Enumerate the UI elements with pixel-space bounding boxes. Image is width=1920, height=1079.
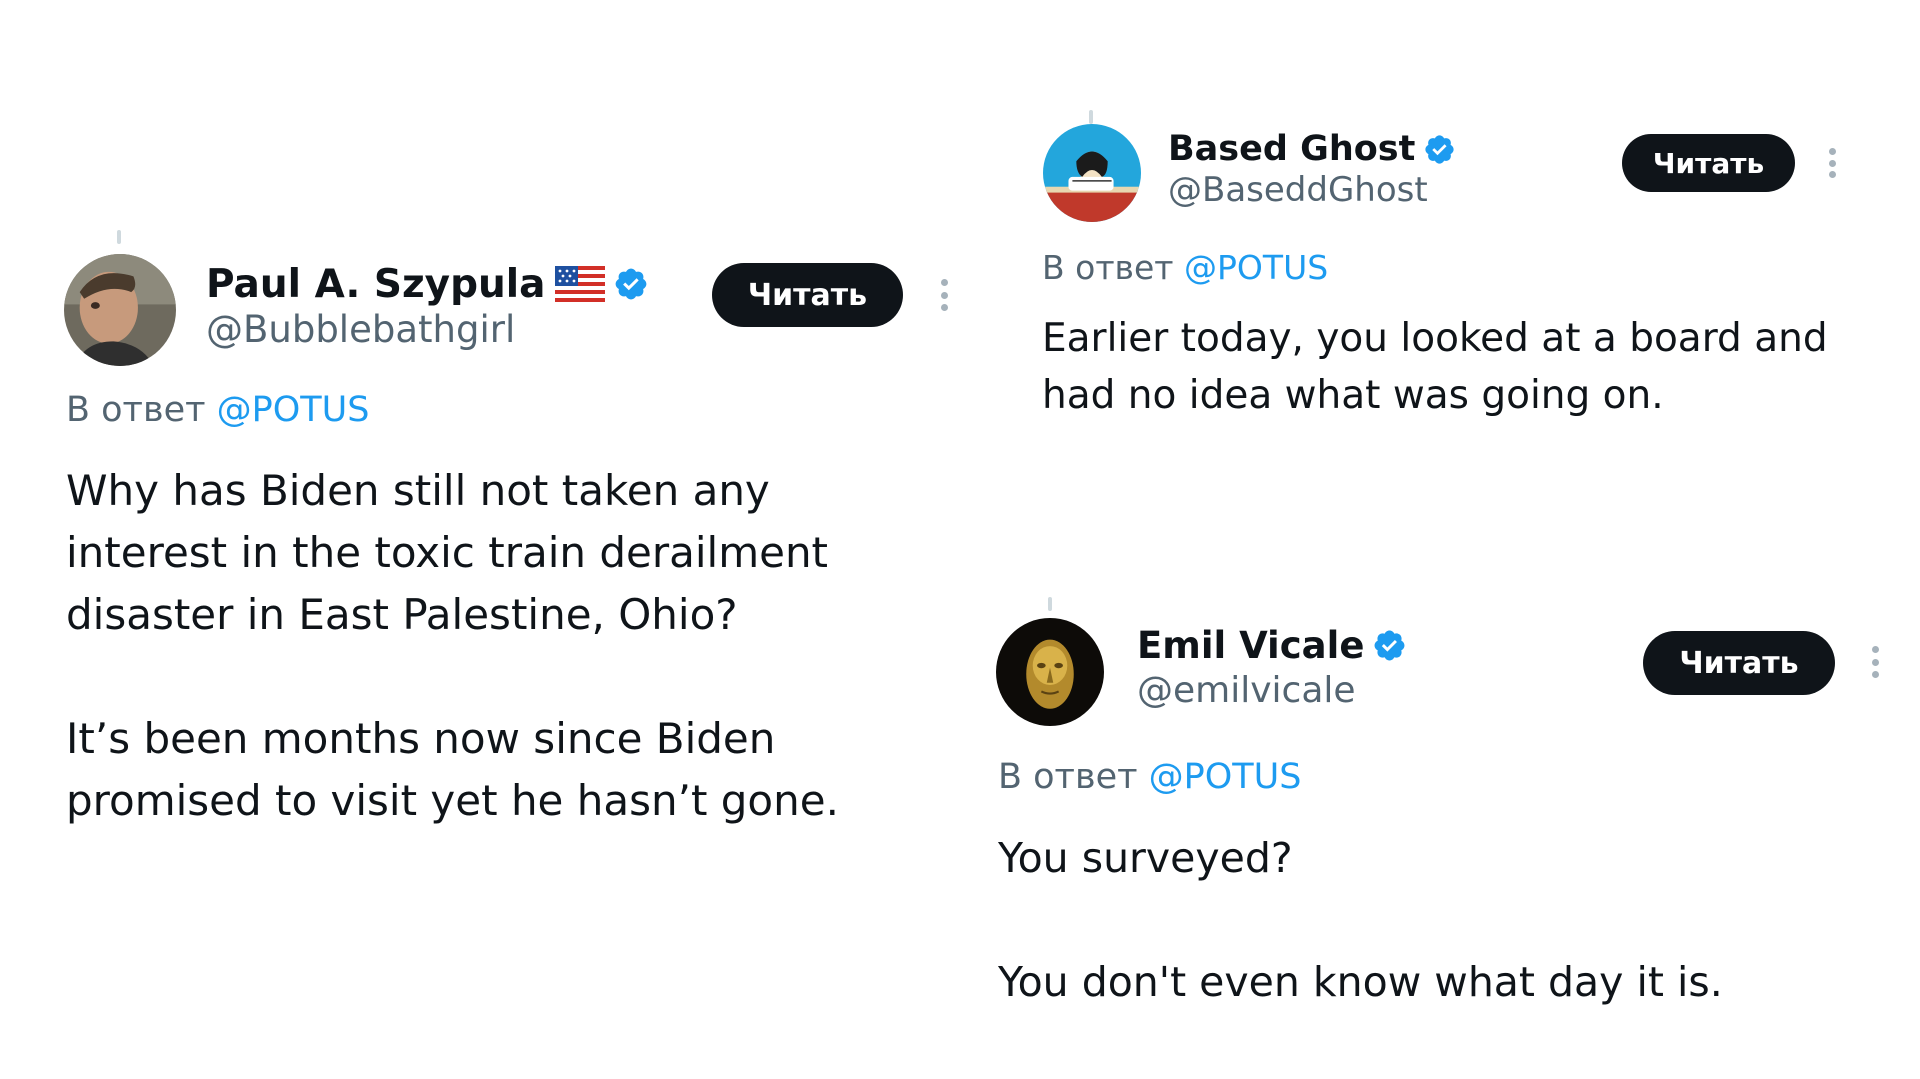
thread-line — [1089, 110, 1093, 124]
reply-to-line: В ответ @POTUS — [998, 757, 1302, 797]
reply-prefix: В ответ — [998, 757, 1138, 797]
more-options-icon[interactable] — [940, 279, 948, 311]
tweet-paragraph: You don't even know what day it is. — [998, 958, 1723, 1006]
tweet-text: Why has Biden still not taken any intere… — [66, 460, 916, 832]
follow-button[interactable]: Читать — [1622, 134, 1795, 192]
us-flag-icon — [555, 266, 606, 302]
verified-badge-icon — [613, 266, 649, 302]
reply-mention-link[interactable]: @POTUS — [1184, 248, 1328, 287]
user-handle[interactable]: @emilvicale — [1137, 670, 1356, 711]
user-name[interactable]: Based Ghost — [1168, 129, 1415, 169]
avatar-illustration-icon — [1043, 124, 1141, 222]
user-name-row: Based Ghost — [1168, 126, 1456, 172]
avatar[interactable] — [996, 618, 1104, 726]
reply-to-line: В ответ @POTUS — [66, 390, 370, 430]
avatar[interactable] — [64, 254, 176, 366]
avatar-photo-icon — [64, 254, 176, 366]
tweet-text: Earlier today, you looked at a board and… — [1042, 310, 1882, 424]
reply-to-line: В ответ @POTUS — [1042, 248, 1328, 287]
tweet-paragraph: You surveyed? — [998, 834, 1293, 882]
more-options-icon[interactable] — [1871, 646, 1879, 678]
follow-button[interactable]: Читать — [1643, 631, 1835, 695]
avatar-gold-mask-icon — [996, 618, 1104, 726]
user-name[interactable]: Paul A. Szypula — [206, 262, 545, 307]
user-name[interactable]: Emil Vicale — [1137, 624, 1364, 667]
verified-badge-icon — [1423, 133, 1456, 166]
user-handle[interactable]: @Bubblebathgirl — [206, 308, 515, 351]
thread-line — [117, 230, 121, 244]
user-handle[interactable]: @BaseddGhost — [1168, 170, 1428, 210]
reply-mention-link[interactable]: @POTUS — [217, 390, 370, 430]
reply-prefix: В ответ — [1042, 248, 1174, 287]
verified-badge-icon — [1372, 628, 1407, 663]
tweet-paragraph: Earlier today, you looked at a board and… — [1042, 316, 1828, 418]
user-name-row: Paul A. Szypula — [206, 258, 649, 310]
tweet-paragraph: It’s been months now since Biden promise… — [66, 714, 839, 825]
user-name-row: Emil Vicale — [1137, 620, 1407, 670]
follow-button[interactable]: Читать — [712, 263, 903, 327]
avatar[interactable] — [1043, 124, 1141, 222]
tweet-paragraph: Why has Biden still not taken any intere… — [66, 466, 829, 639]
reply-prefix: В ответ — [66, 390, 206, 430]
reply-mention-link[interactable]: @POTUS — [1149, 757, 1302, 797]
tweet-text: You surveyed? You don't even know what d… — [998, 827, 1878, 1013]
thread-line — [1048, 597, 1052, 611]
more-options-icon[interactable] — [1828, 148, 1836, 178]
